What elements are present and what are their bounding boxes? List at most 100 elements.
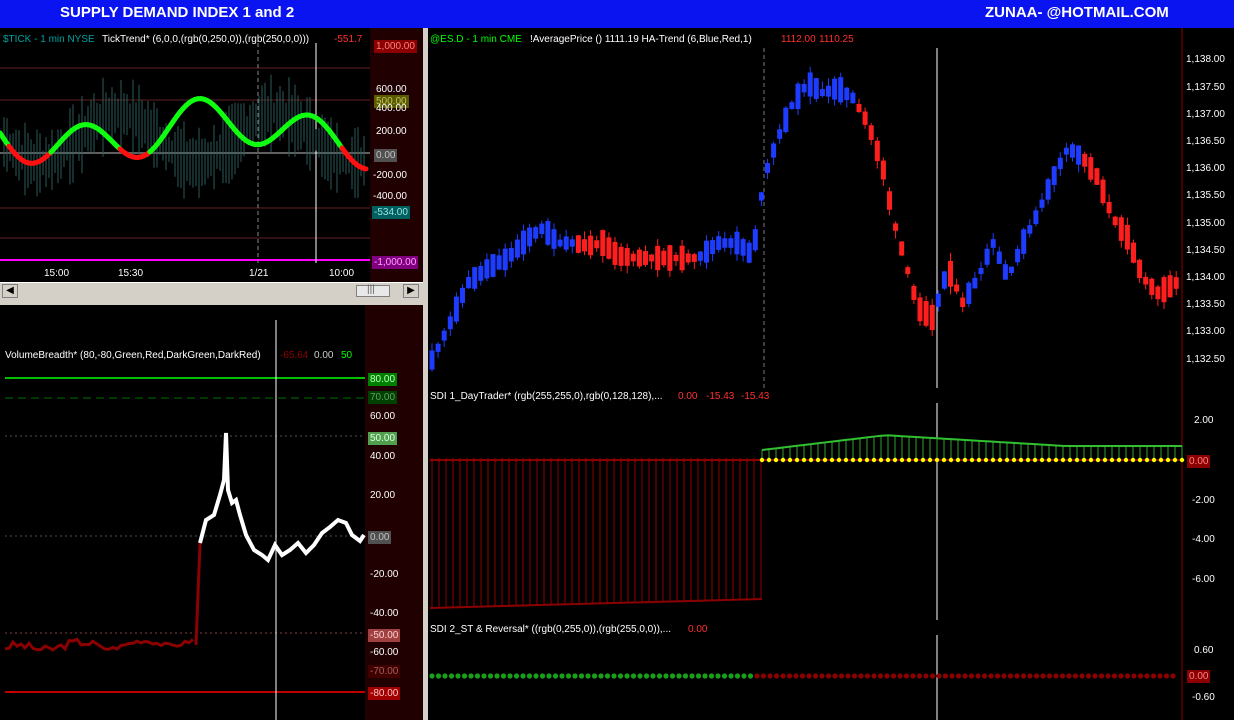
sdi1-pane[interactable]: SDI 1_DayTrader* (rgb(255,255,0),rgb(0,1… (428, 388, 1234, 620)
sdi2-dot (1098, 673, 1105, 679)
sdi1-pos-dot (1053, 457, 1059, 463)
sdi2-dot (1105, 673, 1111, 679)
sdi1-neg-dot (528, 458, 532, 462)
sdi1-neg-dot (675, 458, 679, 462)
sdi1-pos-dot (885, 457, 891, 463)
sdi2-pane[interactable]: SDI 2_ST & Reversal* ((rgb(0,255,0)),(rg… (428, 620, 1234, 720)
sdi1-neg-dot (577, 458, 581, 462)
es-candle-body (1088, 157, 1094, 180)
sdi2-axis-0: 0.00 (1187, 670, 1211, 683)
sdi1-neg-dot (626, 458, 630, 462)
sdi2-dot (526, 673, 533, 679)
es-candle-body (624, 248, 630, 266)
sdi1-neg-dot (535, 458, 539, 462)
sdi1-pos-dot (773, 457, 779, 463)
es-candle-body (514, 239, 520, 258)
sdi2-dot (1163, 673, 1170, 679)
es-candle-body (1021, 229, 1027, 254)
es-candle-body (746, 242, 752, 263)
es-candle-body (685, 253, 691, 263)
sdi2-dot (1007, 673, 1014, 679)
sdi2-dot (435, 673, 442, 679)
es-symbol-label: @ES.D - 1 min CME (430, 34, 522, 45)
sdi2-dot (565, 673, 572, 679)
right-axis: 1,138.00 1,137.50 1,137.00 1,136.50 1,13… (1184, 28, 1234, 720)
sdi2-dot (695, 673, 702, 679)
sdi2-dot (669, 673, 676, 679)
vb-axis-40: 40.00 (370, 451, 396, 462)
sdi2-dot (728, 673, 734, 679)
sdi2-dot (877, 673, 884, 679)
time-scrollbar[interactable]: ◀ ||| ▶ (0, 282, 423, 299)
sdi1-pos-dot (864, 457, 870, 463)
es-candle-body (618, 246, 624, 266)
sdi1-neg-dot (563, 458, 567, 462)
vb-bullish-line (198, 432, 366, 564)
volume-breadth-chart (4, 305, 423, 720)
es-candle-body (661, 250, 667, 266)
es-candle-body (521, 230, 526, 255)
sdi1-neg-dot (500, 458, 504, 462)
es-candle-body (1100, 179, 1106, 204)
sdi2-dot (708, 673, 715, 679)
es-candle-body (1082, 153, 1088, 167)
es-candle-body (990, 239, 996, 248)
es-candle-body (1118, 217, 1124, 241)
sdi2-dot (929, 673, 936, 679)
sdi2-dot (442, 673, 448, 679)
sdi2-dot (962, 673, 968, 679)
sdi1-pos-dot (976, 457, 982, 463)
es-candle-body (691, 254, 697, 262)
sdi2-dot (500, 673, 507, 679)
es-candle-body (923, 301, 929, 326)
sdi2-dot (624, 673, 630, 679)
sdi1-pos-dot (983, 457, 989, 463)
sdi2-dot (1111, 673, 1118, 679)
es-candle-body (490, 254, 496, 277)
es-candle-body (887, 191, 892, 210)
contact-email: ZUNAA- @HOTMAIL.COM (985, 4, 1169, 21)
tick-indicator-value: -551.7 (334, 34, 363, 45)
es-candle-body (868, 125, 874, 140)
sdi2-dot (910, 673, 916, 679)
sdi1-neg-dot (598, 458, 602, 462)
volume-breadth-pane[interactable]: VolumeBreadth* (80,-80,Green,Red,DarkGre… (0, 305, 423, 720)
scroll-left-button[interactable]: ◀ (2, 284, 18, 298)
sdi2-dot (825, 673, 832, 679)
vb-axis-20: 20.00 (370, 490, 396, 501)
es-candle-chart (429, 28, 1183, 388)
sdi1-axis-2: 2.00 (1194, 415, 1214, 426)
vb-axis-0: 0.00 (368, 531, 392, 544)
es-candle-body (1112, 216, 1118, 226)
sdi1-value-3: -15.43 (741, 391, 770, 402)
sdi1-pos-dot (1004, 457, 1010, 463)
scroll-thumb-grip: ||| (367, 284, 375, 295)
es-candle-body (710, 240, 716, 255)
sdi1-pos-dot (1151, 457, 1157, 463)
vb-axis-minus50: -50.00 (368, 629, 401, 642)
es-candle-body (429, 350, 435, 370)
sdi2-dot (851, 673, 858, 679)
sdi2-dot (656, 673, 663, 679)
scroll-thumb[interactable]: ||| (356, 284, 390, 297)
es-candle-body (441, 330, 447, 341)
tick-chart-pane[interactable]: $TICK - 1 min NYSE TickTrend* (6,0,0,(rg… (0, 28, 423, 282)
es-price-pane[interactable]: @ES.D - 1 min CME !AveragePrice () 1111.… (428, 28, 1234, 388)
sdi1-pos-dot (1130, 457, 1136, 463)
sdi2-dot (715, 673, 721, 679)
es-candle-body (716, 236, 722, 250)
vb-value-1: -65.64 (280, 350, 309, 361)
sdi1-pos-dot (934, 457, 940, 463)
sdi1-pos-dot (1025, 457, 1031, 463)
es-candle-body (1124, 224, 1130, 250)
es-candle-body (832, 78, 838, 100)
sdi2-dot (734, 673, 741, 679)
scroll-right-button[interactable]: ▶ (403, 284, 419, 298)
es-value-high: 1112.00 (781, 34, 816, 45)
sdi2-dot (838, 673, 845, 679)
es-candle-body (740, 239, 746, 256)
es-candle-body (588, 235, 594, 256)
sdi1-neg-dot (605, 458, 609, 462)
sdi2-dot (546, 673, 552, 679)
sdi1-pos-dot (1018, 457, 1024, 463)
